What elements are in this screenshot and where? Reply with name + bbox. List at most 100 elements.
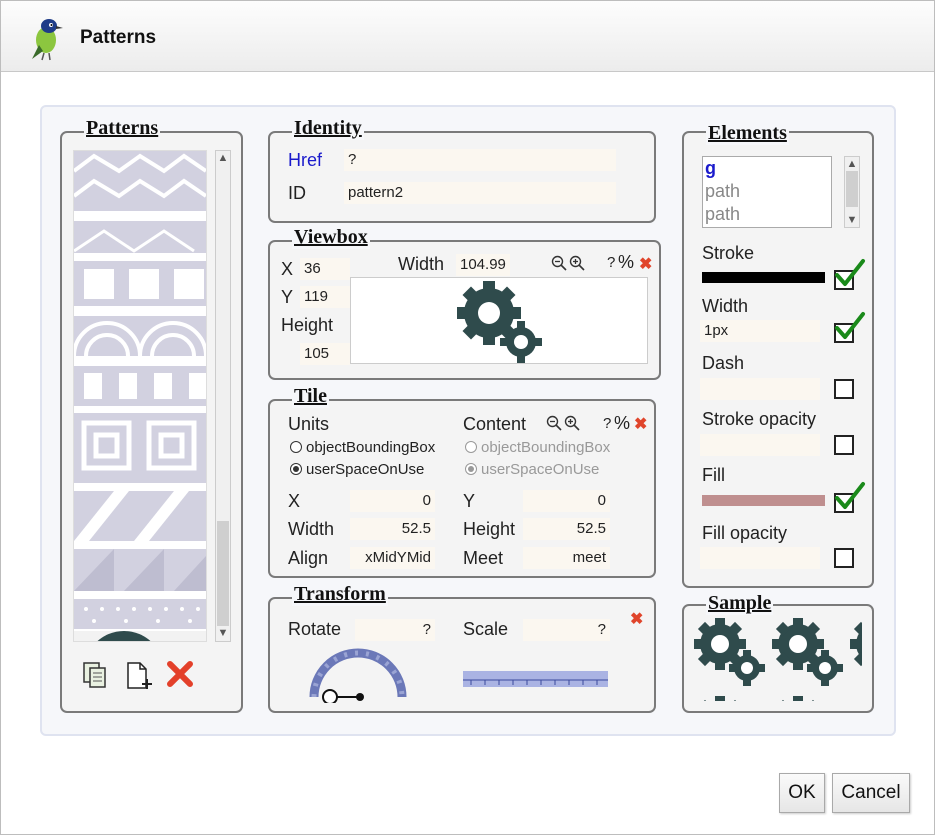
units-option-userspaceonuse[interactable]: userSpaceOnUse — [290, 461, 424, 478]
tile-height-field[interactable]: 52.5 — [523, 518, 610, 540]
tile-unit-question[interactable]: ? — [603, 415, 611, 432]
sample-gear-pattern — [694, 618, 862, 701]
viewbox-preview — [350, 277, 648, 364]
viewbox-clear-icon[interactable]: ✖ — [639, 254, 652, 274]
checkmark-icon — [835, 482, 865, 509]
units-option-objectboundingbox[interactable]: objectBoundingBox — [290, 439, 435, 456]
window-title: Patterns — [80, 27, 157, 48]
tile-zoom-out-icon[interactable] — [546, 415, 562, 431]
href-label: Href — [288, 150, 323, 170]
identity-legend: Identity — [292, 117, 364, 140]
tile-zoom-in-icon[interactable] — [564, 415, 580, 431]
tile-clear-icon[interactable]: ✖ — [634, 414, 647, 434]
elements-scroll-down-icon[interactable]: ▼ — [846, 214, 858, 226]
dash-field[interactable] — [700, 378, 820, 400]
stroke-opacity-checkbox[interactable] — [834, 435, 854, 455]
patterns-legend: Patterns — [84, 117, 161, 140]
width-checkbox[interactable] — [834, 312, 865, 343]
id-field[interactable]: pattern2 — [344, 182, 616, 204]
stroke-width-field[interactable]: 1px — [700, 320, 820, 342]
tile-height-label: Height — [463, 519, 516, 539]
viewbox-x-label: X — [281, 259, 294, 279]
stroke-color-swatch[interactable] — [702, 272, 825, 283]
tile-align-label: Align — [288, 548, 329, 568]
fill-color-swatch[interactable] — [702, 495, 825, 506]
new-pattern-icon[interactable] — [125, 661, 155, 691]
tile-x-field[interactable]: 0 — [350, 490, 435, 512]
copy-icon[interactable] — [82, 661, 108, 689]
content-option-userspaceonuse: userSpaceOnUse — [465, 461, 599, 478]
elements-panel: Elements g path path ▲ ▼ Stroke Width 1p… — [682, 122, 874, 588]
pattern-list[interactable] — [73, 150, 207, 642]
zoom-in-icon[interactable] — [569, 255, 585, 271]
viewbox-y-label: Y — [281, 287, 294, 307]
scale-slider[interactable] — [463, 671, 608, 689]
scroll-down-arrow-icon[interactable]: ▼ — [217, 627, 229, 639]
stroke-checkbox[interactable] — [834, 259, 865, 290]
elements-list-scrollbar[interactable]: ▲ ▼ — [844, 156, 860, 228]
scale-field[interactable]: ? — [523, 619, 610, 641]
tile-units-label: Units — [288, 414, 330, 434]
patterns-panel: Patterns ▲ ▼ — [60, 117, 243, 713]
tile-y-label: Y — [463, 491, 476, 511]
sample-preview — [692, 614, 862, 701]
transform-clear-icon[interactable]: ✖ — [630, 609, 643, 629]
bird-logo-icon — [32, 19, 63, 61]
sample-legend: Sample — [706, 592, 774, 615]
href-field[interactable]: ? — [344, 149, 616, 171]
element-item-path[interactable]: path — [703, 203, 831, 226]
tile-meet-label: Meet — [463, 548, 504, 568]
element-item-g[interactable]: g — [703, 157, 831, 180]
id-label: ID — [288, 183, 306, 203]
pattern-thumb-selected-gear[interactable] — [74, 631, 206, 641]
ok-button[interactable]: OK — [779, 773, 825, 813]
fill-opacity-label: Fill opacity — [702, 523, 788, 543]
elements-legend: Elements — [706, 122, 789, 145]
element-item-path[interactable]: path — [703, 180, 831, 203]
dash-label: Dash — [702, 353, 745, 373]
rotate-field[interactable]: ? — [355, 619, 435, 641]
rotate-label: Rotate — [288, 619, 342, 639]
transform-panel: Transform Rotate ? Scale ? ✖ — [268, 583, 656, 713]
viewbox-height-field[interactable]: 105 — [300, 343, 350, 365]
cancel-button[interactable]: Cancel — [832, 773, 910, 813]
elements-list[interactable]: g path path — [702, 156, 832, 228]
tile-width-field[interactable]: 52.5 — [350, 518, 435, 540]
tile-meet-select[interactable]: meet — [523, 547, 610, 569]
tile-unit-percent[interactable]: % — [614, 413, 630, 434]
pattern-list-scrollbar[interactable]: ▲ ▼ — [215, 150, 231, 642]
viewbox-panel: Viewbox X 36 Y 119 Height 105 Width 104.… — [268, 226, 661, 380]
scroll-thumb[interactable] — [217, 521, 229, 626]
dash-checkbox[interactable] — [834, 379, 854, 399]
stroke-opacity-field[interactable] — [700, 434, 820, 456]
viewbox-unit-question[interactable]: ? — [607, 254, 615, 271]
delete-pattern-icon[interactable] — [165, 659, 195, 689]
viewbox-width-field[interactable]: 104.99 — [456, 254, 510, 276]
stroke-label: Stroke — [702, 243, 755, 263]
fill-checkbox[interactable] — [834, 482, 865, 513]
title-bar: Patterns — [1, 1, 934, 72]
viewbox-unit-percent[interactable]: % — [618, 252, 634, 273]
tile-legend: Tile — [292, 385, 329, 408]
rotate-dial[interactable] — [308, 645, 408, 703]
tile-content-label: Content — [463, 414, 527, 434]
units-radio-objectboundingbox[interactable] — [290, 441, 302, 454]
checkmark-icon — [835, 259, 865, 286]
fill-opacity-field[interactable] — [700, 547, 820, 569]
fill-opacity-checkbox[interactable] — [834, 548, 854, 568]
elements-scroll-thumb[interactable] — [846, 171, 858, 207]
elements-scroll-up-icon[interactable]: ▲ — [846, 158, 858, 170]
tile-y-field[interactable]: 0 — [523, 490, 610, 512]
units-radio-userspaceonuse[interactable] — [290, 463, 302, 476]
sample-panel: Sample — [682, 592, 874, 713]
tile-align-select[interactable]: xMidYMid — [350, 547, 435, 569]
scroll-up-arrow-icon[interactable]: ▲ — [217, 152, 229, 164]
viewbox-x-field[interactable]: 36 — [300, 258, 350, 280]
zoom-out-icon[interactable] — [551, 255, 567, 271]
viewbox-y-field[interactable]: 119 — [300, 286, 350, 308]
fill-label: Fill — [702, 465, 725, 485]
tile-x-label: X — [288, 491, 301, 511]
content-area: Patterns ▲ ▼ Identity Href ? ID pattern2… — [40, 105, 896, 736]
stroke-opacity-label: Stroke opacity — [702, 409, 817, 429]
pattern-thumb-9[interactable] — [74, 599, 206, 629]
